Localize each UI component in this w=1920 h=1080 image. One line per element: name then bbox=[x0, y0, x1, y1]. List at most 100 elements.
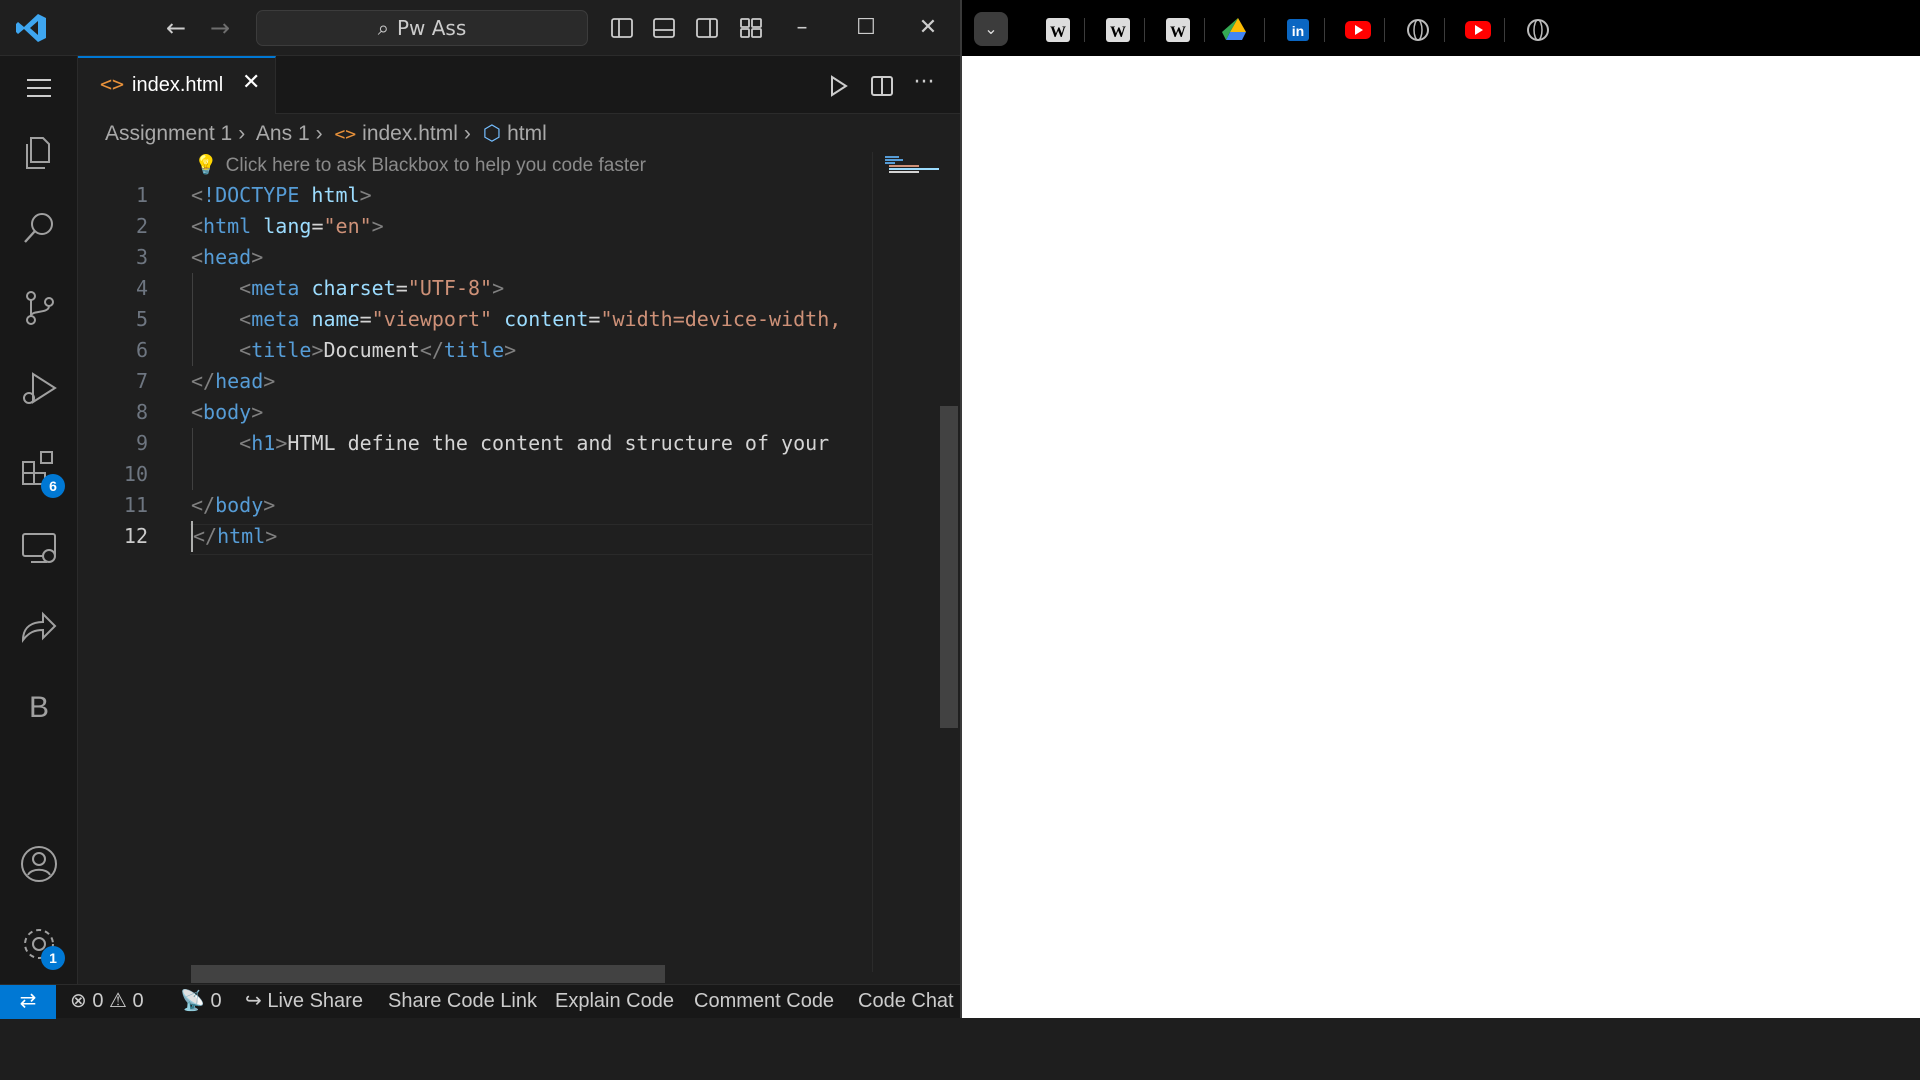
lightbulb-icon: 💡 bbox=[194, 155, 218, 176]
horizontal-scrollbar-thumb[interactable] bbox=[191, 965, 665, 983]
minimize-icon[interactable]: – bbox=[782, 12, 822, 44]
tab-youtube-icon[interactable] bbox=[1456, 12, 1500, 48]
close-icon[interactable]: ✕ bbox=[908, 12, 948, 44]
vertical-scrollbar-thumb[interactable] bbox=[940, 406, 958, 728]
tab-globe-icon[interactable] bbox=[1396, 12, 1440, 48]
token: name bbox=[311, 307, 360, 331]
tab-divider bbox=[1084, 18, 1085, 42]
command-center-search[interactable]: ⌕ Pw Ass bbox=[256, 10, 588, 46]
menu-icon[interactable] bbox=[17, 66, 61, 110]
line-number: 10 bbox=[123, 462, 148, 486]
token: charset bbox=[311, 276, 396, 300]
live-share-icon[interactable] bbox=[17, 606, 61, 650]
tab-index-html[interactable]: <> index.html ✕ bbox=[78, 56, 276, 114]
toggle-panel-icon[interactable] bbox=[652, 16, 676, 40]
code-line: 11 </body> bbox=[78, 490, 873, 521]
customize-layout-icon[interactable] bbox=[739, 16, 763, 40]
warning-count: 0 bbox=[132, 990, 144, 1012]
warning-icon: ⚠ bbox=[109, 990, 127, 1012]
remote-indicator-icon[interactable]: ⇄ bbox=[0, 985, 56, 1019]
token: content bbox=[504, 307, 589, 331]
tab-divider bbox=[1324, 18, 1325, 42]
forward-arrow-icon[interactable]: → bbox=[206, 14, 234, 42]
html-file-icon: <> bbox=[100, 72, 125, 96]
breadcrumb-folder[interactable]: Assignment 1 bbox=[105, 122, 232, 145]
token: body bbox=[215, 493, 264, 517]
code-line: 5 <meta name="viewport" content="width=d… bbox=[78, 304, 873, 335]
token: "viewport" bbox=[371, 307, 493, 331]
token: html bbox=[203, 214, 252, 238]
token: meta bbox=[251, 276, 300, 300]
explain-code-button[interactable]: Explain Code bbox=[555, 985, 674, 1019]
live-share-icon: ↪ bbox=[245, 990, 262, 1012]
svg-text:W: W bbox=[1170, 24, 1186, 41]
editor-tab-bar: <> index.html ✕ ··· bbox=[78, 56, 960, 114]
token: "en" bbox=[323, 214, 372, 238]
code-line: 9 <h1>HTML define the content and struct… bbox=[78, 428, 873, 459]
settings-badge: 1 bbox=[41, 946, 65, 970]
line-number: 5 bbox=[135, 307, 148, 331]
line-number: 9 bbox=[135, 431, 148, 455]
blackbox-icon[interactable]: B bbox=[17, 686, 61, 730]
token: !DOCTYPE bbox=[203, 183, 300, 207]
tab-wordpress[interactable]: W bbox=[1096, 12, 1140, 48]
vscode-logo-icon[interactable] bbox=[14, 12, 48, 44]
token: html bbox=[217, 524, 266, 548]
breadcrumb-file[interactable]: index.html bbox=[362, 122, 458, 145]
svg-text:W: W bbox=[1110, 24, 1126, 41]
code-chat-button[interactable]: Code Chat bbox=[858, 985, 954, 1019]
activity-bar: 6 B 1 bbox=[0, 56, 78, 984]
explorer-icon[interactable] bbox=[17, 130, 61, 174]
minimap[interactable] bbox=[872, 152, 942, 972]
token: Document bbox=[323, 338, 420, 362]
tab-youtube-icon[interactable] bbox=[1336, 12, 1380, 48]
ports-indicator[interactable]: 📡 0 bbox=[180, 985, 222, 1019]
maximize-icon[interactable]: ☐ bbox=[846, 12, 886, 44]
line-number: 7 bbox=[135, 369, 148, 393]
token: title bbox=[443, 338, 505, 362]
tab-linkedin-icon[interactable]: in bbox=[1276, 12, 1320, 48]
broadcast-icon: 📡 bbox=[180, 990, 205, 1012]
problems-indicator[interactable]: ⊗ 0 ⚠ 0 bbox=[70, 985, 144, 1019]
live-share-button[interactable]: ↪ Live Share bbox=[245, 985, 363, 1019]
accounts-icon[interactable] bbox=[17, 842, 61, 886]
tab-globe-icon[interactable] bbox=[1516, 12, 1560, 48]
chevron-right-icon: › bbox=[238, 122, 246, 145]
minimap-preview bbox=[885, 156, 939, 173]
run-icon[interactable] bbox=[824, 72, 852, 100]
split-editor-icon[interactable] bbox=[868, 72, 896, 100]
code-line: 7 </head> bbox=[78, 366, 873, 397]
remote-explorer-icon[interactable] bbox=[17, 526, 61, 570]
blackbox-hint[interactable]: 💡 Click here to ask Blackbox to help you … bbox=[194, 152, 646, 180]
token: "width=device-width, bbox=[600, 307, 842, 331]
code-line: 6 <title>Document</title> bbox=[78, 335, 873, 366]
tab-close-icon[interactable]: ✕ bbox=[242, 70, 260, 95]
more-actions-icon[interactable]: ··· bbox=[910, 72, 938, 100]
code-editor[interactable]: 1 <!DOCTYPE html> 2 <html lang="en"> 3 <hea… bbox=[78, 180, 873, 970]
chevron-right-icon: › bbox=[315, 122, 323, 145]
code-line: 4 <meta charset="UTF-8"> bbox=[78, 273, 873, 304]
comment-code-button[interactable]: Comment Code bbox=[694, 985, 834, 1019]
tab-google-drive-icon[interactable] bbox=[1216, 12, 1260, 48]
line-number: 8 bbox=[135, 400, 148, 424]
search-icon[interactable] bbox=[17, 206, 61, 250]
tab-wordpress[interactable]: W bbox=[1156, 12, 1200, 48]
toggle-secondary-sidebar-icon[interactable] bbox=[695, 16, 719, 40]
share-code-link-button[interactable]: Share Code Link bbox=[388, 985, 537, 1019]
vscode-window: ← → ⌕ Pw Ass – ☐ ✕ 6 B 1 <> index.html ✕… bbox=[0, 0, 960, 1019]
line-number: 2 bbox=[135, 214, 148, 238]
breadcrumb-symbol[interactable]: html bbox=[507, 122, 547, 145]
token: meta bbox=[251, 307, 300, 331]
back-arrow-icon[interactable]: ← bbox=[162, 14, 190, 42]
breadcrumb-subfolder[interactable]: Ans 1 bbox=[256, 122, 310, 145]
tab-wordpress[interactable]: W bbox=[1036, 12, 1080, 48]
run-and-debug-icon[interactable] bbox=[17, 366, 61, 410]
code-line: 12 </html> bbox=[78, 521, 873, 552]
symbol-cube-icon: ⬡ bbox=[482, 122, 502, 145]
tab-search-chevron-icon[interactable]: ⌄ bbox=[974, 12, 1008, 46]
breadcrumb: Assignment 1 › Ans 1 › <> index.html › ⬡ html bbox=[78, 116, 858, 152]
search-icon: ⌕ bbox=[377, 16, 389, 40]
toggle-primary-sidebar-icon[interactable] bbox=[610, 16, 634, 40]
tab-divider bbox=[1384, 18, 1385, 42]
source-control-icon[interactable] bbox=[17, 286, 61, 330]
